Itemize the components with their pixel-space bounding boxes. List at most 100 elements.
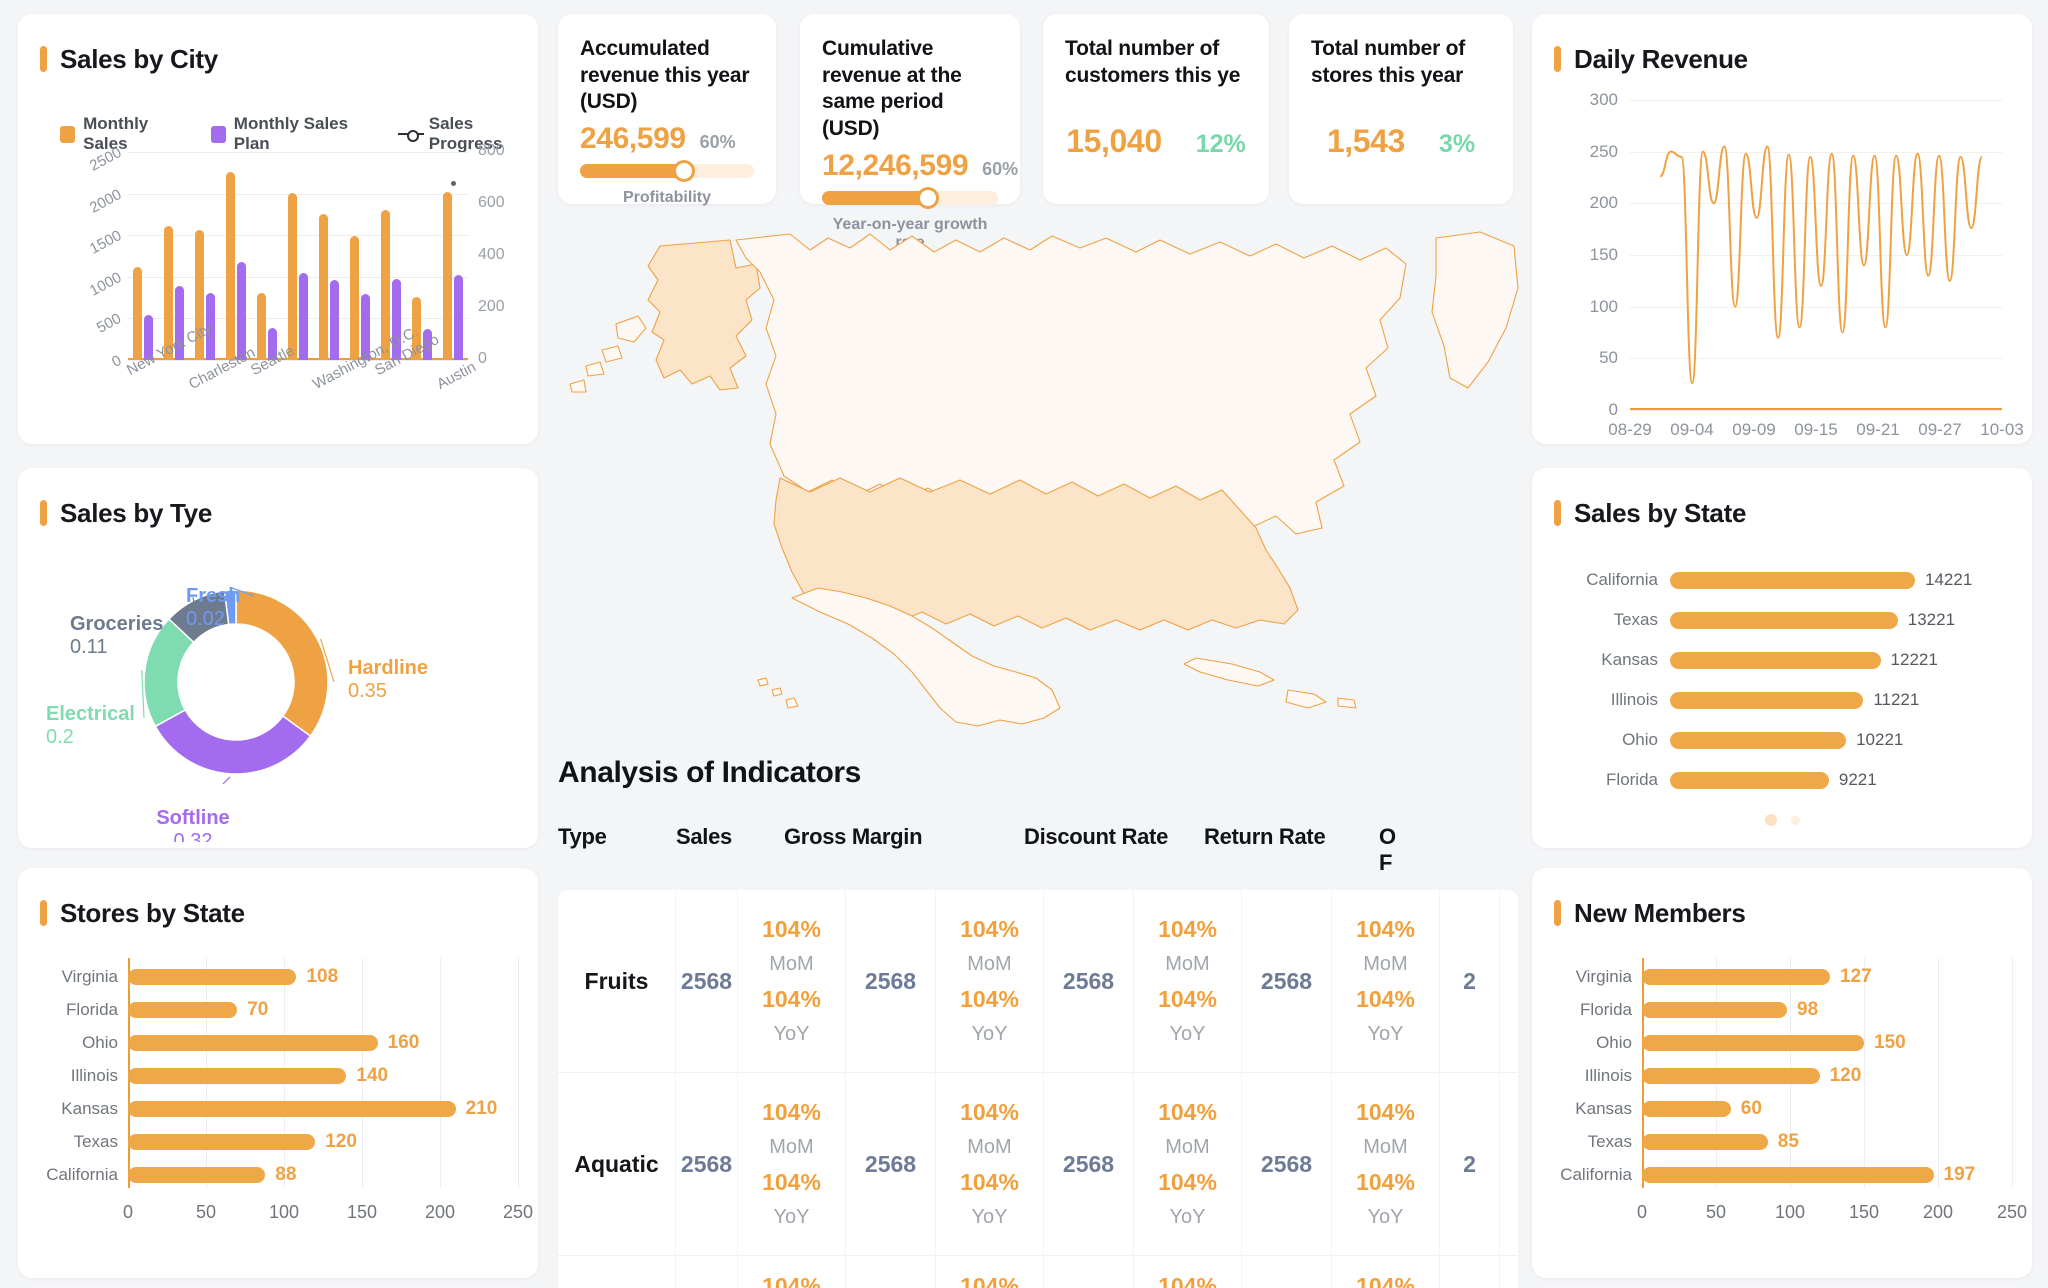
- legend-item-monthly-sales-plan[interactable]: Monthly Sales Plan: [210, 114, 372, 154]
- table-column-header[interactable]: Sales: [676, 824, 784, 850]
- bar[interactable]: [128, 969, 297, 986]
- bar-monthly-sales-plan[interactable]: [329, 280, 339, 360]
- list-item[interactable]: Illinois 11221: [1562, 680, 2002, 720]
- table-column-header[interactable]: Return Rate: [1204, 824, 1379, 850]
- bar[interactable]: [1642, 1166, 1934, 1183]
- delta-mom-label: MoM: [1363, 1136, 1408, 1158]
- bar-monthly-sales-plan[interactable]: [453, 275, 463, 360]
- table-row[interactable]: Aquatic 2568 104% MoM 104% YoY 2568 104% MoM 104%…: [558, 1073, 1518, 1256]
- kpi-progress-knob[interactable]: [676, 162, 693, 179]
- bar-row[interactable]: Texas 120: [74, 1131, 357, 1153]
- north-america-map[interactable]: [560, 228, 1520, 728]
- bar-monthly-sales[interactable]: [226, 171, 236, 360]
- bar-row[interactable]: Virginia 108: [62, 966, 339, 988]
- bar-monthly-sales[interactable]: [257, 292, 267, 360]
- bar-value-label: 140: [356, 1065, 389, 1086]
- list-item[interactable]: Florida 9221: [1562, 760, 2002, 800]
- bar[interactable]: [1670, 691, 1864, 709]
- bar[interactable]: [1642, 1068, 1820, 1084]
- bar-row[interactable]: Illinois 140: [71, 1065, 389, 1087]
- bar[interactable]: [1642, 969, 1830, 986]
- bar-row[interactable]: Virginia 127: [1576, 966, 1872, 988]
- bar[interactable]: [128, 1068, 347, 1084]
- table-cell-deltas: 104% MoM 104% YoY: [1356, 916, 1415, 1046]
- x-axis-tick: 100: [1774, 1202, 1806, 1222]
- bar-row[interactable]: California 88: [46, 1164, 296, 1186]
- donut-slice-softline[interactable]: [154, 708, 312, 775]
- table-row[interactable]: Fruits 2568 104% MoM 104% YoY 2568 104% MoM 104% Y…: [558, 890, 1518, 1073]
- table-row[interactable]: 104% 104% 104% 104%: [558, 1256, 1518, 1288]
- analysis-table-body: Fruits 2568 104% MoM 104% YoY 2568 104% MoM 104% Y…: [558, 890, 1518, 1288]
- table-cell: 2568: [676, 1073, 738, 1255]
- bar[interactable]: [128, 1002, 238, 1019]
- bar-row[interactable]: Kansas 210: [61, 1098, 497, 1120]
- kpi-progress-bar[interactable]: [822, 189, 998, 206]
- map-svg[interactable]: [560, 228, 1520, 728]
- table-cell: 2: [1440, 1073, 1500, 1255]
- bar-row[interactable]: Ohio 150: [1596, 1032, 1906, 1054]
- bar-group[interactable]: [344, 152, 375, 360]
- bar-monthly-sales[interactable]: [133, 266, 143, 360]
- sales-progress-point[interactable]: [450, 181, 456, 187]
- bar-row[interactable]: Kansas 60: [1575, 1098, 1762, 1120]
- kpi-progress-knob[interactable]: [919, 189, 936, 206]
- bar[interactable]: [1642, 1100, 1731, 1117]
- bar-monthly-sales[interactable]: [442, 191, 452, 360]
- legend-item-monthly-sales[interactable]: Monthly Sales: [60, 114, 185, 154]
- table-cell: 104% MoM 104% YoY: [738, 890, 846, 1072]
- delta-yoy-label: YoY: [773, 1023, 810, 1045]
- bar[interactable]: [1670, 771, 1829, 789]
- x-axis-tick: 150: [1848, 1202, 1880, 1222]
- bar[interactable]: [1670, 611, 1898, 629]
- bar-group[interactable]: [159, 152, 190, 360]
- bar-monthly-sales-plan[interactable]: [298, 273, 308, 360]
- carousel-pager[interactable]: [1532, 814, 2032, 826]
- x-axis-tick: 10-03: [1980, 420, 2024, 439]
- delta-mom-value: 104%: [1158, 1272, 1217, 1288]
- kpi-caption: Profitability: [622, 188, 711, 206]
- list-item[interactable]: Texas 13221: [1562, 600, 2002, 640]
- kpi-value-row: 1,543 3%: [1311, 123, 1491, 160]
- kpi-progress-bar[interactable]: [580, 162, 754, 179]
- donut-slice-hardline[interactable]: [235, 589, 329, 738]
- x-axis-tick: 250: [1996, 1202, 2028, 1222]
- bar[interactable]: [128, 1166, 266, 1183]
- pager-dot[interactable]: [1790, 815, 1800, 825]
- bar-monthly-sales[interactable]: [349, 236, 359, 360]
- bar-row[interactable]: Illinois 120: [1585, 1065, 1862, 1087]
- legend-item-sales-progress[interactable]: Sales Progress: [397, 114, 538, 154]
- bar-group[interactable]: [283, 152, 314, 360]
- bar-monthly-sales[interactable]: [318, 213, 328, 360]
- list-item[interactable]: California 14221: [1562, 560, 2002, 600]
- bar[interactable]: [1642, 1035, 1864, 1052]
- bar[interactable]: [128, 1035, 378, 1052]
- table-column-header[interactable]: Gross Margin: [784, 824, 1024, 850]
- bar[interactable]: [1670, 731, 1847, 749]
- bar-row[interactable]: Florida 98: [1580, 999, 1818, 1021]
- bar[interactable]: [1642, 1002, 1788, 1019]
- bar-group[interactable]: [221, 152, 252, 360]
- table-cell: 104% MoM 104% YoY: [1332, 1073, 1440, 1255]
- bar[interactable]: [128, 1100, 456, 1117]
- table-column-header[interactable]: O F: [1379, 824, 1469, 877]
- list-item[interactable]: Ohio 10221: [1562, 720, 2002, 760]
- bar[interactable]: [1670, 651, 1881, 669]
- bar-row[interactable]: Ohio 160: [82, 1032, 419, 1054]
- bar-group[interactable]: [313, 152, 344, 360]
- pager-dot-active[interactable]: [1764, 814, 1777, 826]
- table-column-header[interactable]: Type: [558, 824, 676, 850]
- bar[interactable]: [128, 1133, 316, 1150]
- bar[interactable]: [1642, 1133, 1768, 1150]
- bar-group[interactable]: [128, 152, 159, 360]
- bar-row[interactable]: California 197: [1560, 1164, 1975, 1186]
- bar-row[interactable]: Florida 70: [66, 999, 268, 1021]
- donut-chart[interactable]: Hardline 0.35 Softline 0.32 Electrical 0.2 Gro…: [18, 522, 538, 852]
- list-item[interactable]: Kansas 12221: [1562, 640, 2002, 680]
- bar-category-label: Ohio: [1596, 1033, 1632, 1053]
- bar[interactable]: [1670, 571, 1915, 589]
- donut-svg[interactable]: Hardline0.35 Softline0.32 Electrical0.2 Gro…: [18, 522, 538, 852]
- table-column-header[interactable]: Discount Rate: [1024, 824, 1204, 850]
- bar-row[interactable]: Texas 85: [1588, 1131, 1799, 1153]
- bar-monthly-sales[interactable]: [287, 192, 297, 360]
- bar-group[interactable]: [252, 152, 283, 360]
